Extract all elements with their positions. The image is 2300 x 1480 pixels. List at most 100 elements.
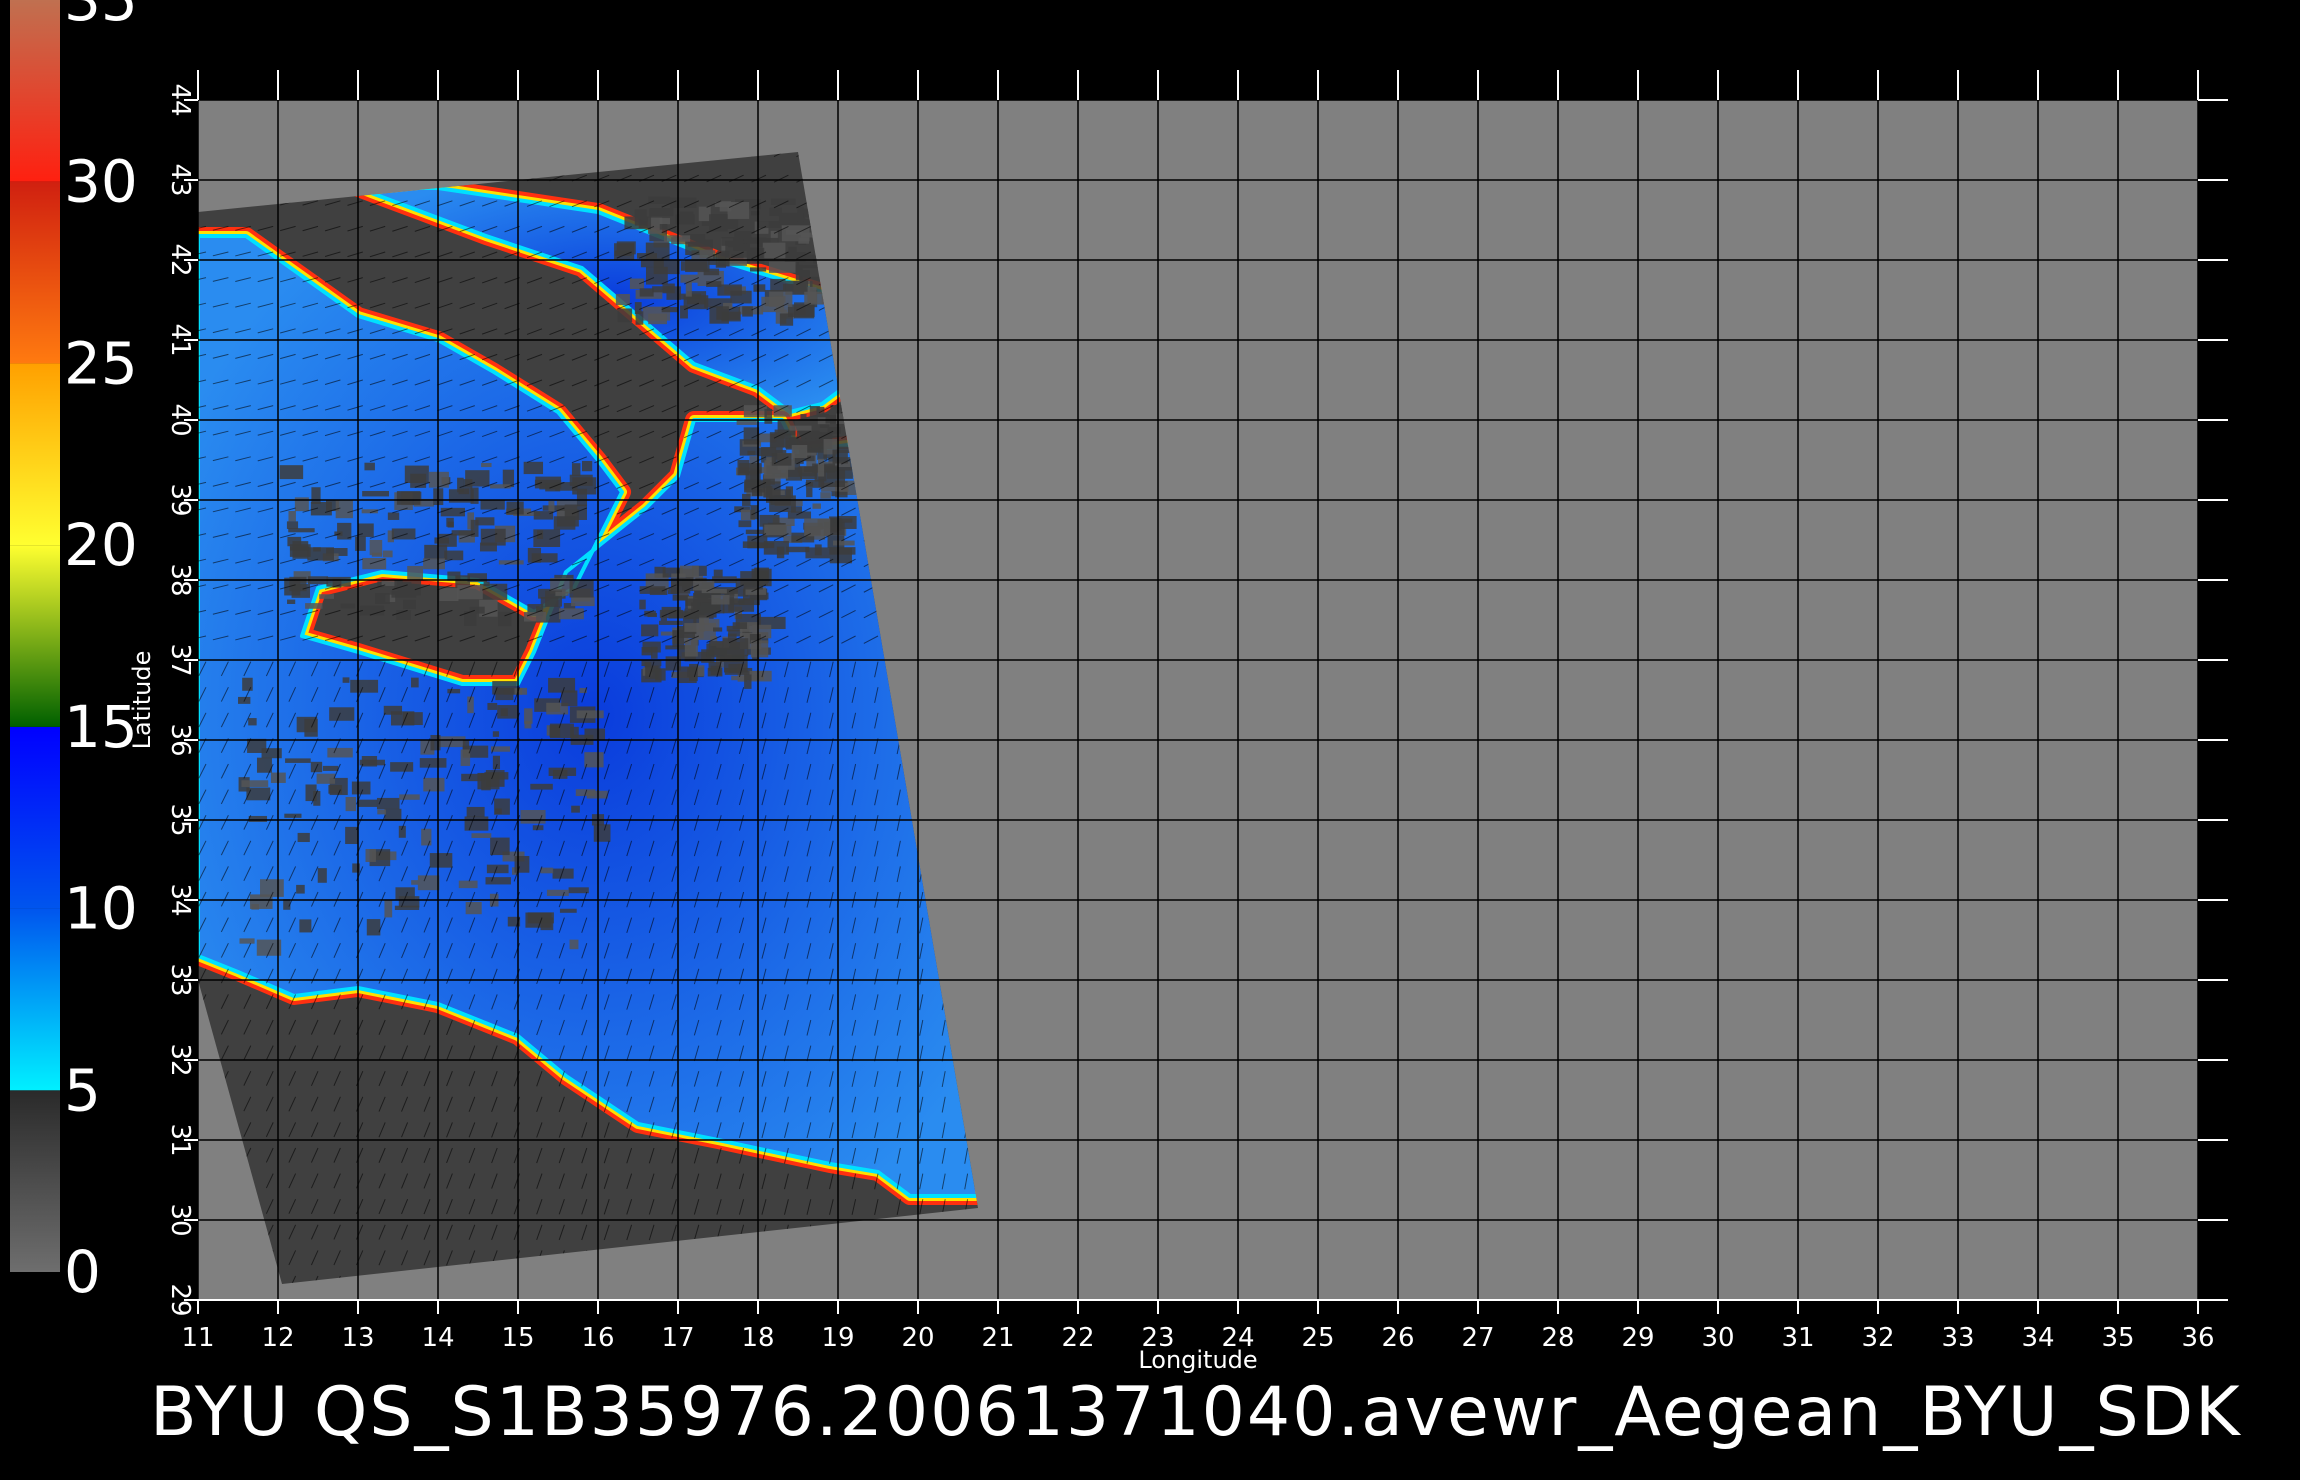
low-wind-speckle — [387, 512, 400, 520]
low-wind-speckle — [771, 198, 796, 206]
low-wind-speckle — [616, 241, 636, 255]
low-wind-speckle — [494, 798, 510, 815]
low-wind-speckle — [750, 640, 769, 658]
low-wind-speckle — [467, 573, 487, 583]
low-wind-speckle — [396, 491, 421, 505]
low-wind-speckle — [706, 281, 722, 287]
low-wind-speckle — [342, 677, 350, 683]
low-wind-speckle — [728, 240, 745, 248]
low-wind-speckle — [561, 690, 578, 707]
low-wind-speckle — [523, 461, 544, 475]
low-wind-speckle — [350, 679, 379, 693]
colorbar — [10, 0, 60, 1272]
low-wind-speckle — [797, 206, 804, 222]
low-wind-speckle — [540, 867, 554, 874]
longitude-tick-label: 21 — [981, 1323, 1014, 1353]
low-wind-speckle — [424, 544, 448, 560]
low-wind-speckle — [481, 773, 491, 791]
low-wind-speckle — [479, 542, 497, 552]
latitude-tick-label: 32 — [165, 1043, 195, 1076]
low-wind-speckle — [317, 868, 327, 883]
low-wind-speckle — [384, 899, 393, 918]
low-wind-speckle — [533, 529, 561, 547]
low-wind-speckle — [248, 718, 257, 726]
low-wind-speckle — [485, 877, 511, 885]
low-wind-speckle — [798, 237, 809, 244]
longitude-tick-label: 26 — [1381, 1323, 1414, 1353]
colorbar-tick-label: 25 — [64, 329, 138, 397]
low-wind-speckle — [770, 278, 786, 292]
low-wind-speckle — [289, 546, 309, 551]
colorbar-band — [10, 908, 60, 1091]
low-wind-speckle — [358, 523, 374, 537]
low-wind-speckle — [629, 278, 645, 289]
low-wind-speckle — [680, 261, 708, 271]
low-wind-speckle — [246, 787, 271, 801]
low-wind-speckle — [785, 230, 803, 235]
low-wind-speckle — [361, 756, 378, 767]
low-wind-speckle — [469, 606, 485, 614]
low-wind-speckle — [390, 711, 415, 726]
longitude-tick-label: 15 — [501, 1323, 534, 1353]
low-wind-speckle — [584, 728, 606, 741]
low-wind-speckle — [639, 599, 646, 610]
low-wind-speckle — [530, 783, 553, 790]
longitude-tick-label: 30 — [1701, 1323, 1734, 1353]
low-wind-speckle — [329, 707, 355, 721]
longitude-tick-label: 12 — [261, 1323, 294, 1353]
longitude-tick-label: 28 — [1541, 1323, 1574, 1353]
low-wind-speckle — [593, 824, 611, 842]
low-wind-speckle — [374, 593, 390, 605]
low-wind-speckle — [421, 828, 432, 846]
latitude-tick-label: 29 — [165, 1283, 195, 1316]
low-wind-speckle — [417, 875, 440, 891]
low-wind-speckle — [322, 765, 339, 771]
low-wind-speckle — [660, 631, 674, 636]
low-wind-speckle — [833, 518, 853, 523]
low-wind-speckle — [471, 833, 492, 838]
low-wind-speckle — [384, 808, 402, 821]
low-wind-speckle — [576, 488, 588, 507]
low-wind-speckle — [698, 206, 711, 222]
low-wind-speckle — [743, 237, 767, 244]
low-wind-speckle — [769, 261, 796, 273]
low-wind-speckle — [746, 247, 765, 264]
low-wind-speckle — [687, 241, 711, 247]
low-wind-speckle — [357, 799, 378, 807]
low-wind-speckle — [709, 214, 728, 232]
low-wind-speckle — [248, 815, 268, 822]
low-wind-speckle — [345, 796, 357, 812]
low-wind-speckle — [757, 220, 781, 229]
longitude-tick-label: 31 — [1781, 1323, 1814, 1353]
low-wind-speckle — [763, 481, 781, 498]
low-wind-speckle — [430, 734, 441, 751]
low-wind-speckle — [709, 306, 729, 324]
low-wind-speckle — [779, 313, 794, 326]
low-wind-speckle — [732, 622, 748, 629]
colorbar-labels: 0 5 10 15 20 25 30 35 — [64, 0, 138, 1306]
low-wind-speckle — [506, 501, 524, 515]
low-wind-speckle — [423, 777, 445, 792]
low-wind-speckle — [376, 797, 400, 810]
low-wind-speckle — [533, 511, 554, 520]
low-wind-speckle — [568, 887, 589, 894]
low-wind-speckle — [788, 246, 797, 256]
latitude-tick-label: 34 — [165, 883, 195, 916]
low-wind-speckle — [319, 594, 335, 599]
low-wind-speckle — [764, 408, 773, 424]
low-wind-speckle — [514, 855, 530, 873]
low-wind-speckle — [576, 710, 604, 719]
low-wind-speckle — [546, 889, 569, 896]
colorbar-band — [10, 0, 60, 182]
low-wind-speckle — [680, 305, 688, 319]
low-wind-speckle — [661, 307, 679, 313]
low-wind-speckle — [779, 213, 794, 223]
low-wind-speckle — [789, 437, 798, 446]
image-caption: BYU QS_S1B35976.20061371040.avewr_Aegean… — [150, 1373, 2242, 1452]
low-wind-speckle — [411, 677, 419, 688]
low-wind-speckle — [428, 471, 449, 488]
low-wind-speckle — [584, 752, 604, 768]
longitude-tick-label: 27 — [1461, 1323, 1494, 1353]
low-wind-speckle — [279, 465, 304, 480]
longitude-tick-label: 25 — [1301, 1323, 1334, 1353]
